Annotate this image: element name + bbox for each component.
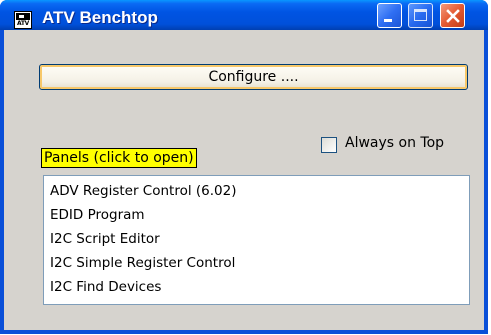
maximize-icon	[414, 9, 427, 21]
list-item-i2c-find-devices[interactable]: I2C Find Devices	[50, 275, 463, 299]
window-title: ATV Benchtop	[42, 8, 158, 27]
list-item-i2c-script-editor[interactable]: I2C Script Editor	[50, 227, 463, 251]
configure-button[interactable]: Configure ....	[39, 64, 468, 90]
always-on-top-label[interactable]: Always on Top	[345, 135, 444, 151]
maximize-button[interactable]	[408, 3, 433, 28]
close-button[interactable]	[440, 3, 465, 28]
app-icon-text: ATV	[16, 20, 29, 27]
title-bar[interactable]: ATV ATV Benchtop	[0, 0, 488, 30]
minimize-icon	[384, 19, 392, 22]
list-item-edid-program[interactable]: EDID Program	[50, 203, 463, 227]
atv-app-icon[interactable]: ATV	[14, 11, 32, 29]
close-icon	[446, 9, 460, 23]
always-on-top-checkbox[interactable]	[321, 137, 337, 153]
list-item-i2c-simple-register-control[interactable]: I2C Simple Register Control	[50, 251, 463, 275]
minimize-button[interactable]	[377, 3, 402, 28]
panels-label: Panels (click to open)	[41, 148, 197, 168]
list-item-adv-register-control[interactable]: ADV Register Control (6.02)	[50, 179, 463, 203]
panels-listbox[interactable]: ADV Register Control (6.02) EDID Program…	[43, 175, 470, 305]
